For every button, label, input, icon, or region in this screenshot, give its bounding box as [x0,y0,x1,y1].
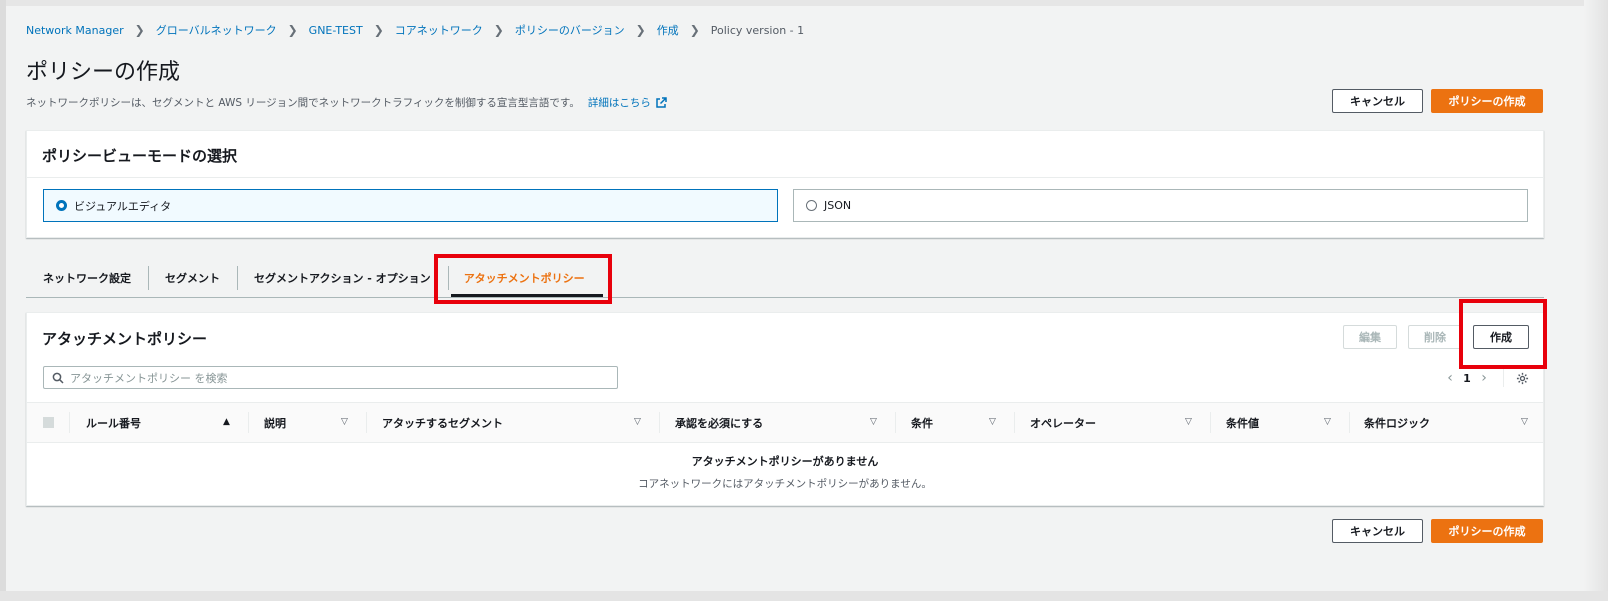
external-link-icon[interactable] [655,96,667,109]
chevron-right-icon: ❯ [373,23,384,37]
window-top-edge [0,0,1608,6]
empty-state-description: コアネットワークにはアタッチメントポリシーがありません。 [638,478,932,490]
table-header: ルール番号 ▲ 説明 ▽ アタッチするセグメント ▽ 承認を必須にする ▽ 条件… [27,402,1543,443]
column-separator [1210,412,1211,433]
column-separator [248,412,249,433]
search-icon [52,372,64,384]
sort-icon[interactable]: ▽ [870,417,877,427]
tabs-divider [26,297,1544,298]
chevron-right-icon: ❯ [635,23,646,37]
column-header-rule-number[interactable]: ルール番号 [86,403,141,442]
sort-ascending-icon[interactable]: ▲ [223,417,230,427]
sort-icon[interactable]: ▽ [989,417,996,427]
gear-icon[interactable] [1516,372,1529,385]
delete-button[interactable]: 削除 [1408,325,1462,349]
pager-divider [1503,369,1504,387]
column-separator [366,412,367,433]
radio-selected-icon[interactable] [56,200,67,211]
attachment-policies-heading: アタッチメントポリシー [42,330,208,348]
chevron-right-icon: ❯ [493,23,504,37]
breadcrumb-item-create[interactable]: 作成 [657,22,679,38]
chevron-right-icon: ❯ [689,23,700,37]
column-header-condition[interactable]: 条件 [911,403,933,442]
chevron-right-icon: ❯ [134,23,145,37]
select-all-cell [43,403,54,442]
annotation-highlight-create [1459,299,1547,369]
column-header-condition-value[interactable]: 条件値 [1226,403,1259,442]
column-separator [1349,412,1350,433]
view-mode-panel: ポリシービューモードの選択 ビジュアルエディタ JSON [26,130,1544,238]
column-header-require-acceptance[interactable]: 承認を必須にする [675,403,763,442]
empty-state-title: アタッチメントポリシーがありません [691,455,879,468]
column-header-attach-segment[interactable]: アタッチするセグメント [382,403,503,442]
policy-tabs: ネットワーク設定 セグメント セグメントアクション - オプション アタッチメン… [26,258,1544,298]
tab-segments[interactable]: セグメント [148,266,237,290]
select-all-checkbox[interactable] [43,417,54,428]
cancel-button-bottom[interactable]: キャンセル [1332,519,1423,543]
page-description-text: ネットワークポリシーは、セグメントと AWS リージョン間でネットワークトラフィ… [26,97,580,109]
cancel-button-top[interactable]: キャンセル [1332,89,1423,113]
pagination: ‹ 1 › [1443,369,1529,387]
column-header-operator[interactable]: オペレーター [1030,403,1096,442]
view-mode-option-label: JSON [824,199,852,212]
column-separator [895,412,896,433]
chevron-left-icon[interactable]: ‹ [1443,370,1457,386]
column-header-description[interactable]: 説明 [264,403,286,442]
create-policy-button-bottom[interactable]: ポリシーの作成 [1431,519,1543,543]
page-title: ポリシーの作成 [26,60,181,85]
breadcrumb-item-gne-test[interactable]: GNE-TEST [309,24,363,37]
view-mode-heading: ポリシービューモードの選択 [42,147,238,165]
breadcrumb-item-policy-versions[interactable]: ポリシーのバージョン [515,22,625,38]
window-left-edge [0,0,6,601]
create-policy-button-top[interactable]: ポリシーの作成 [1431,89,1543,113]
attachment-policies-panel: アタッチメントポリシー 編集 削除 作成 アタッチメントポリシー を検索 ‹ 1… [26,312,1544,506]
sort-icon[interactable]: ▽ [341,417,348,427]
sort-icon[interactable]: ▽ [1521,417,1528,427]
annotation-highlight-tab [434,254,612,304]
view-mode-option-json[interactable]: JSON [793,189,1528,222]
panel-divider [27,177,1543,178]
page-description: ネットワークポリシーは、セグメントと AWS リージョン間でネットワークトラフィ… [26,95,667,110]
column-header-condition-logic[interactable]: 条件ロジック [1364,403,1430,442]
breadcrumb-current: Policy version - 1 [710,23,805,37]
view-mode-option-label: ビジュアルエディタ [74,199,172,213]
chevron-right-icon: ❯ [287,23,298,37]
search-input[interactable]: アタッチメントポリシー を検索 [43,366,618,389]
tab-network-settings[interactable]: ネットワーク設定 [26,266,148,290]
pagination-current-page[interactable]: 1 [1457,372,1477,385]
column-separator [659,412,660,433]
tab-segment-actions[interactable]: セグメントアクション - オプション [237,266,448,290]
column-separator [69,412,70,433]
learn-more-link[interactable]: 詳細はこちら [588,95,651,110]
search-placeholder: アタッチメントポリシー を検索 [70,371,228,385]
window-right-edge [1584,0,1608,601]
edit-button[interactable]: 編集 [1343,325,1397,349]
breadcrumb-item-core-network[interactable]: コアネットワーク [395,22,483,38]
breadcrumb: Network Manager ❯ グローバルネットワーク ❯ GNE-TEST… [26,22,804,38]
radio-unselected-icon[interactable] [806,200,817,211]
column-separator [1014,412,1015,433]
breadcrumb-item-global-network[interactable]: グローバルネットワーク [156,22,277,38]
window-bottom-edge [0,591,1608,601]
chevron-right-icon[interactable]: › [1477,370,1491,386]
view-mode-option-visual-editor[interactable]: ビジュアルエディタ [43,189,778,222]
breadcrumb-item-network-manager[interactable]: Network Manager [26,24,124,37]
sort-icon[interactable]: ▽ [1185,417,1192,427]
sort-icon[interactable]: ▽ [1324,417,1331,427]
sort-icon[interactable]: ▽ [634,417,641,427]
